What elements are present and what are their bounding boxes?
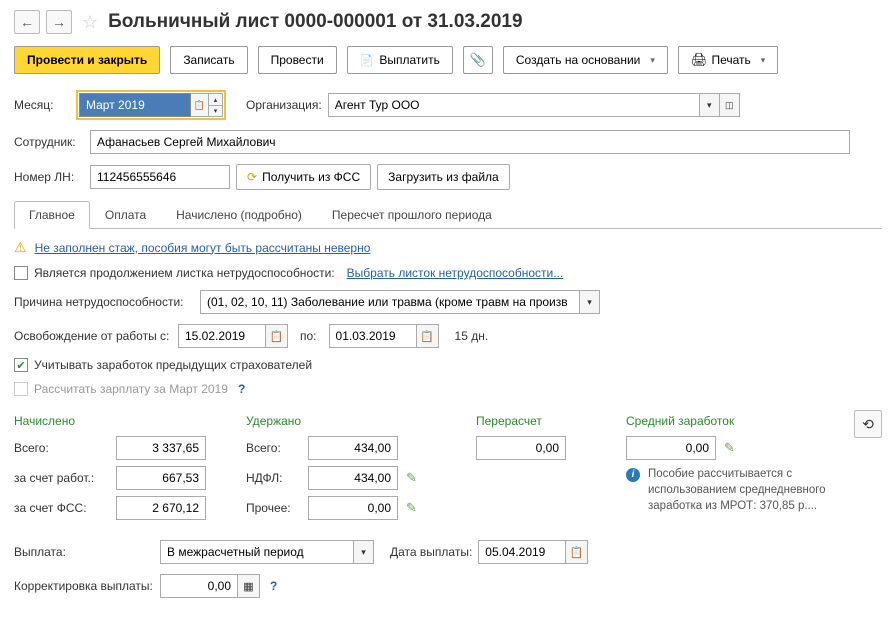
accrued-header: Начислено	[14, 414, 206, 428]
warning-link[interactable]: Не заполнен стаж, пособия могут быть рас…	[35, 241, 371, 255]
deducted-header: Удержано	[246, 414, 436, 428]
total-deducted-input[interactable]	[308, 436, 398, 460]
month-input[interactable]	[79, 93, 191, 117]
ln-input[interactable]	[90, 165, 230, 189]
fss-input[interactable]	[116, 496, 206, 520]
clip-icon	[470, 52, 486, 68]
payout-date-calendar-button[interactable]: 📋	[566, 540, 588, 564]
continuation-checkbox[interactable]	[14, 266, 28, 280]
tab-accrued[interactable]: Начислено (подробно)	[161, 201, 317, 229]
calc-salary-help-icon[interactable]: ?	[238, 382, 245, 396]
fss-label: за счет ФСС:	[14, 501, 110, 515]
submit-close-button[interactable]: Провести и закрыть	[14, 46, 160, 74]
other-edit-icon[interactable]: ✎	[406, 500, 417, 516]
avg-edit-icon[interactable]: ✎	[724, 440, 735, 456]
tab-recalc[interactable]: Пересчет прошлого периода	[317, 201, 507, 229]
pay-button[interactable]: Выплатить	[347, 46, 453, 74]
employee-input[interactable]	[90, 130, 850, 154]
date-to-input[interactable]	[329, 324, 417, 348]
ndfl-edit-icon[interactable]: ✎	[406, 470, 417, 486]
info-text: Пособие рассчитывается с использованием …	[648, 466, 846, 514]
org-open-button[interactable]: ◫	[720, 93, 740, 117]
total-label: Всего:	[14, 441, 110, 455]
month-calendar-button[interactable]: 📋	[191, 93, 209, 117]
ln-label: Номер ЛН:	[14, 170, 84, 184]
payout-date-label: Дата выплаты:	[390, 545, 472, 559]
employer-input[interactable]	[116, 466, 206, 490]
employer-label: за счет работ.:	[14, 471, 110, 485]
correction-help-icon[interactable]: ?	[270, 579, 277, 593]
avg-header: Средний заработок	[626, 414, 856, 428]
save-button[interactable]: Записать	[170, 46, 247, 74]
get-fss-button[interactable]: ⟳Получить из ФСС	[236, 164, 371, 190]
correction-label: Корректировка выплаты:	[14, 579, 154, 593]
tab-main[interactable]: Главное	[14, 201, 90, 229]
days-label: 15 дн.	[455, 329, 489, 343]
ndfl-label: НДФЛ:	[246, 471, 302, 485]
correction-input[interactable]	[160, 574, 238, 598]
continuation-label: Является продолжением листка нетрудоспос…	[34, 266, 335, 280]
date-to-label: по:	[300, 329, 317, 343]
date-to-calendar-button[interactable]: 📋	[417, 324, 439, 348]
pay-icon	[360, 53, 376, 67]
nav-forward-button[interactable]: →	[46, 10, 72, 34]
org-label: Организация:	[246, 98, 322, 112]
load-file-button[interactable]: Загрузить из файла	[377, 164, 510, 190]
page-title: Больничный лист 0000-000001 от 31.03.201…	[108, 11, 522, 33]
attachment-button[interactable]	[463, 46, 493, 74]
other-label: Прочее:	[246, 501, 302, 515]
calc-salary-label: Рассчитать зарплату за Март 2019	[34, 382, 228, 396]
select-sheet-link[interactable]: Выбрать листок нетрудоспособности...	[347, 266, 564, 280]
recalc-header: Перерасчет	[476, 414, 586, 428]
payout-label: Выплата:	[14, 545, 154, 559]
org-input[interactable]	[328, 93, 700, 117]
payout-date-input[interactable]	[478, 540, 566, 564]
print-icon	[691, 52, 708, 68]
month-down-button[interactable]: ▾	[209, 105, 223, 117]
recalc-input[interactable]	[476, 436, 566, 460]
warning-icon: ⚠	[14, 239, 27, 256]
favorite-star-icon[interactable]: ☆	[82, 12, 98, 33]
employee-label: Сотрудник:	[14, 135, 84, 149]
info-icon: i	[626, 468, 640, 482]
reason-input[interactable]	[200, 290, 580, 314]
reason-label: Причина нетрудоспособности:	[14, 295, 194, 309]
calc-salary-checkbox	[14, 382, 28, 396]
submit-button[interactable]: Провести	[258, 46, 337, 74]
payout-dropdown-button[interactable]: ▾	[354, 540, 374, 564]
create-based-button[interactable]: Создать на основании	[503, 46, 668, 74]
total-deducted-label: Всего:	[246, 441, 302, 455]
payout-select[interactable]	[160, 540, 354, 564]
ndfl-input[interactable]	[308, 466, 398, 490]
date-from-calendar-button[interactable]: 📋	[266, 324, 288, 348]
total-accrued-input[interactable]	[116, 436, 206, 460]
consider-prev-checkbox[interactable]	[14, 358, 28, 372]
other-input[interactable]	[308, 496, 398, 520]
month-label: Месяц:	[14, 98, 70, 112]
nav-back-button[interactable]: ←	[14, 10, 40, 34]
correction-calc-button[interactable]: ▦	[238, 574, 260, 598]
print-button[interactable]: Печать	[678, 46, 778, 74]
absence-label: Освобождение от работы с:	[14, 329, 172, 343]
tab-payment[interactable]: Оплата	[90, 201, 161, 229]
date-from-input[interactable]	[178, 324, 266, 348]
avg-input[interactable]	[626, 436, 716, 460]
org-dropdown-button[interactable]: ▾	[700, 93, 720, 117]
refresh-button[interactable]: ⟲	[854, 410, 882, 438]
consider-prev-label: Учитывать заработок предыдущих страховат…	[34, 358, 312, 372]
reason-dropdown-button[interactable]: ▾	[580, 290, 600, 314]
month-up-button[interactable]: ▴	[209, 93, 223, 105]
fss-download-icon: ⟳	[247, 170, 257, 184]
